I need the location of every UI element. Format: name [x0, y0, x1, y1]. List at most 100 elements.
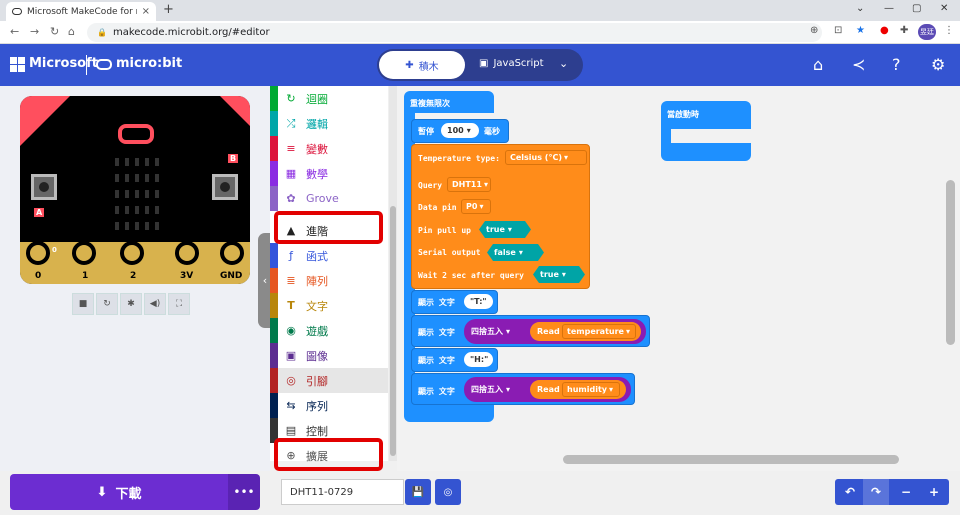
serial-icon: ⇆ — [286, 399, 296, 412]
stop-icon[interactable]: ■ — [72, 293, 94, 315]
logo-touch-icon[interactable] — [118, 124, 154, 144]
data-pin-value: P0 — [466, 202, 478, 211]
home-browser-icon[interactable]: ⌂ — [68, 25, 75, 38]
category-math[interactable]: ▦ 數學 — [270, 161, 388, 186]
zoom-out-button[interactable]: − — [893, 479, 919, 505]
header-divider — [86, 55, 87, 75]
wait-after-query-value: true — [540, 270, 559, 279]
share-icon[interactable]: ≺ — [852, 55, 865, 74]
read-humidity-value: humidity — [567, 385, 607, 394]
language-dropdown-icon[interactable]: ⌄ — [559, 57, 568, 70]
pin-gnd[interactable] — [220, 241, 244, 265]
serial-output-toggle[interactable]: false ▾ — [487, 244, 544, 261]
back-icon[interactable]: ← — [10, 25, 19, 38]
tab-search-icon[interactable]: ⌄ — [856, 3, 864, 14]
pin-pull-up-toggle[interactable]: true ▾ — [479, 221, 531, 238]
simulator-panel: A B 0 0 1 2 3V GND ■ ↻ ✱ ◀) ⛶ — [0, 86, 270, 515]
read-humidity-dropdown[interactable]: humidity ▾ — [562, 382, 620, 397]
text-input-t[interactable]: "T:" — [464, 294, 493, 309]
forward-icon[interactable]: → — [30, 25, 39, 38]
lock-icon: 🔒 — [97, 28, 107, 37]
bookmark-star-icon[interactable]: ★ — [856, 25, 865, 36]
toolbox-scroll-thumb[interactable] — [390, 206, 396, 456]
category-variables[interactable]: ≡ 變數 — [270, 136, 388, 161]
help-icon[interactable]: ? — [892, 55, 901, 74]
close-tab-icon[interactable]: × — [142, 6, 150, 17]
zoom-in-icon: + — [928, 485, 940, 499]
category-arrays[interactable]: ≣ 陣列 — [270, 268, 388, 293]
javascript-mode-button[interactable]: ▣ JavaScript — [479, 58, 544, 69]
pin-3v[interactable] — [175, 241, 199, 265]
microbit-brand[interactable]: micro:bit — [116, 56, 182, 71]
new-tab-button[interactable]: + — [163, 2, 174, 17]
install-icon[interactable]: ⊕ — [810, 25, 818, 36]
blocks-mode-button[interactable]: ✚ 積木 — [379, 51, 465, 79]
maximize-button[interactable]: ▢ — [912, 3, 921, 14]
dropdown-caret-icon: ▾ — [506, 385, 511, 394]
download-button[interactable]: ⬇ 下載 — [10, 474, 228, 510]
reload-icon[interactable]: ↻ — [50, 25, 59, 38]
category-game[interactable]: ◉ 遊戲 — [270, 318, 388, 343]
read-label: Read — [537, 385, 560, 394]
download-more-button[interactable]: ••• — [228, 474, 260, 510]
save-button[interactable]: 💾 — [405, 479, 431, 505]
url-field[interactable]: 🔒 makecode.microbit.org/#editor — [87, 23, 822, 42]
microsoft-brand[interactable]: Microsoft — [29, 56, 98, 71]
browser-tab[interactable]: Microsoft MakeCode for micro: × — [6, 2, 156, 21]
category-pins[interactable]: ◎ 引腳 — [270, 368, 388, 393]
button-a[interactable] — [31, 174, 57, 200]
dropdown-caret-icon: ▾ — [608, 385, 613, 394]
highlight-extensions — [274, 438, 383, 471]
redo-button[interactable]: ↷ — [863, 479, 889, 505]
toolbox-scrollbar[interactable] — [389, 86, 397, 461]
query-sensor-value: DHT11 — [452, 180, 482, 189]
category-label: 遊戲 — [306, 324, 328, 338]
category-text[interactable]: T 文字 — [270, 293, 388, 318]
pause-duration-field[interactable]: 100 ▾ — [441, 123, 479, 138]
read-temperature-dropdown[interactable]: temperature ▾ — [562, 324, 636, 339]
category-logic[interactable]: ⤮ 邏輯 — [270, 111, 388, 136]
button-b[interactable] — [212, 174, 238, 200]
category-color-bar — [270, 368, 278, 393]
led — [145, 206, 149, 214]
minimize-button[interactable]: — — [884, 3, 894, 14]
profile-avatar[interactable]: 昱廷 — [918, 24, 936, 40]
pin-1[interactable] — [72, 241, 96, 265]
text-input-h[interactable]: "H:" — [464, 352, 493, 367]
settings-icon[interactable]: ⚙ — [931, 55, 945, 74]
serial-output-label: Serial output — [418, 248, 481, 257]
query-sensor-dropdown[interactable]: DHT11 ▾ — [447, 177, 491, 192]
category-loops[interactable]: ↻ 迴圈 — [270, 86, 388, 111]
undo-button[interactable]: ↶ — [837, 479, 863, 505]
translate-icon[interactable]: ⊡ — [834, 25, 842, 36]
fullscreen-icon[interactable]: ⛶ — [168, 293, 190, 315]
project-name-input[interactable]: DHT11-0729 — [281, 479, 404, 505]
led — [135, 174, 139, 182]
debug-icon[interactable]: ✱ — [120, 293, 142, 315]
pin-0[interactable] — [26, 241, 50, 265]
adblock-icon[interactable]: ● — [880, 25, 889, 36]
workspace-vertical-scrollbar[interactable] — [946, 180, 955, 345]
data-pin-dropdown[interactable]: P0 ▾ — [461, 199, 491, 214]
github-button[interactable]: ◎ — [435, 479, 461, 505]
close-window-button[interactable]: ✕ — [940, 3, 948, 14]
logic-icon: ⤮ — [286, 116, 296, 130]
temperature-type-dropdown[interactable]: Celsius (°C) ▾ — [505, 150, 587, 165]
zoom-in-button[interactable]: + — [921, 479, 947, 505]
microbit-simulator[interactable]: A B 0 0 1 2 3V GND — [20, 96, 250, 284]
sound-icon[interactable]: ◀) — [144, 293, 166, 315]
category-color-bar — [270, 293, 278, 318]
category-functions[interactable]: ƒ 函式 — [270, 243, 388, 268]
restart-icon[interactable]: ↻ — [96, 293, 118, 315]
microbit-favicon-icon — [12, 8, 22, 15]
home-icon[interactable]: ⌂ — [813, 55, 823, 74]
extensions-icon[interactable]: ✚ — [900, 25, 908, 36]
category-grove[interactable]: ✿ Grove — [270, 186, 388, 211]
pin-2[interactable] — [120, 241, 144, 265]
category-label: 序列 — [306, 399, 328, 413]
category-serial[interactable]: ⇆ 序列 — [270, 393, 388, 418]
workspace-horizontal-scrollbar[interactable] — [563, 455, 899, 464]
browser-menu-icon[interactable]: ⋮ — [944, 25, 954, 36]
category-images[interactable]: ▣ 圖像 — [270, 343, 388, 368]
wait-after-query-toggle[interactable]: true ▾ — [533, 266, 585, 283]
